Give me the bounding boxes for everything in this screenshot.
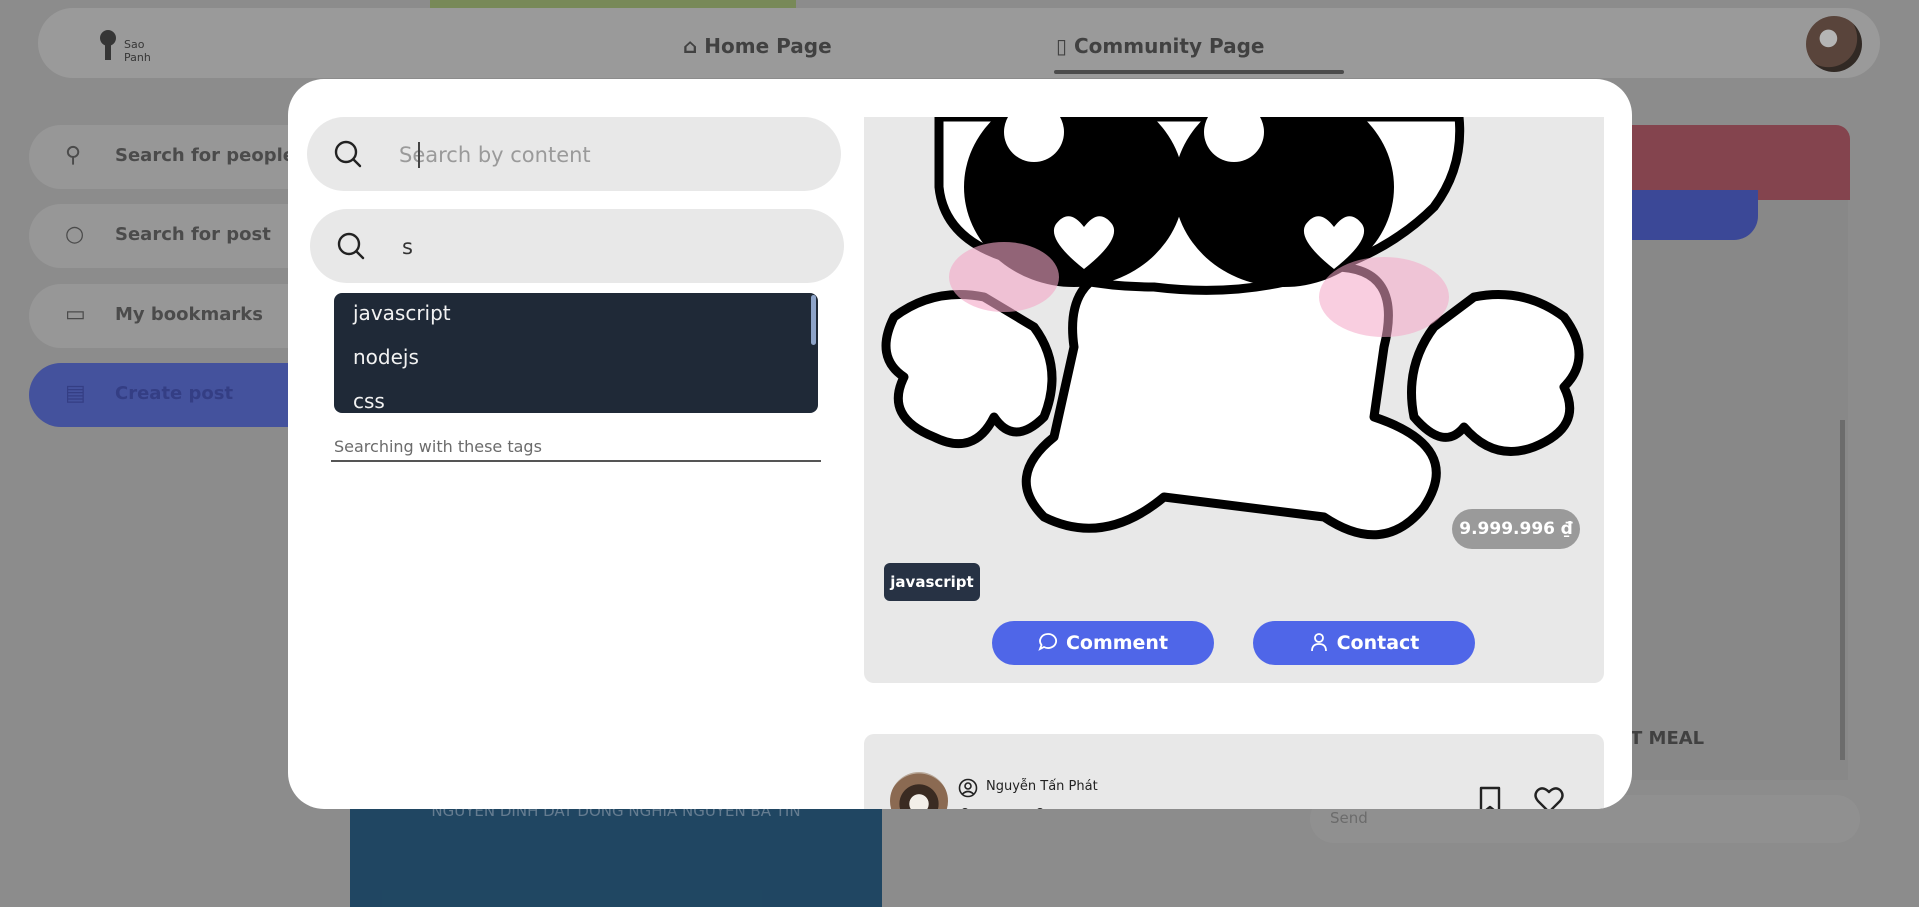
text-caret (418, 142, 420, 168)
author-name[interactable]: Nguyễn Tấn Phát (986, 779, 1098, 794)
content-search-box[interactable] (307, 117, 841, 191)
tag-suggestion-item[interactable]: nodejs (353, 345, 419, 369)
comment-button[interactable]: Comment (992, 621, 1214, 665)
contact-button[interactable]: Contact (1253, 621, 1475, 665)
tag-suggestion-list[interactable]: javascript nodejs css (334, 293, 818, 413)
contact-label: Contact (1336, 632, 1420, 654)
post-card: Nguyễn Tấn Phát (864, 734, 1604, 809)
search-modal: javascript nodejs css Searching with the… (288, 79, 1632, 809)
comment-icon (1038, 633, 1057, 651)
search-icon (334, 140, 362, 168)
tag-suggestion-item[interactable]: css (353, 389, 385, 413)
post-image[interactable] (864, 117, 1604, 567)
content-search-input[interactable] (397, 133, 821, 177)
tag-search-box[interactable] (310, 209, 844, 283)
tag-suggestion-item[interactable]: javascript (353, 301, 451, 325)
search-icon (337, 232, 365, 260)
post-card: 9.999.996 ₫ javascript Comment Contact (864, 117, 1604, 683)
dropdown-scrollbar[interactable] (811, 295, 816, 345)
meta-icons (962, 808, 1043, 809)
heart-icon[interactable] (1534, 786, 1564, 809)
comment-label: Comment (1065, 632, 1169, 654)
selected-tags-underline (331, 460, 821, 462)
tag-search-input[interactable] (400, 225, 824, 269)
author-avatar[interactable] (890, 772, 948, 809)
bookmark-icon[interactable] (1478, 786, 1502, 809)
selected-tags-label: Searching with these tags (334, 437, 542, 456)
user-circle-icon (958, 778, 978, 798)
person-icon (1310, 633, 1327, 652)
price-badge: 9.999.996 ₫ (1452, 509, 1580, 549)
post-tag[interactable]: javascript (884, 563, 980, 601)
